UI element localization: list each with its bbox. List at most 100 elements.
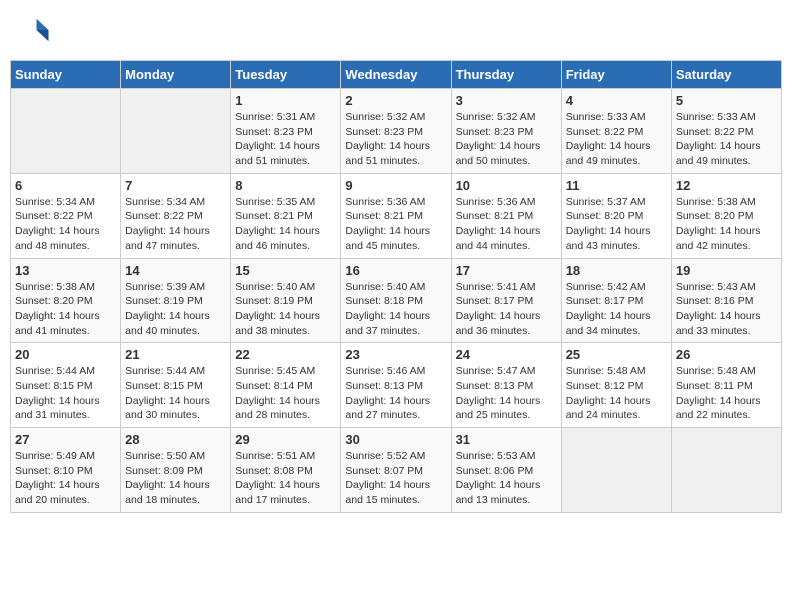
calendar-cell: 11Sunrise: 5:37 AMSunset: 8:20 PMDayligh…	[561, 173, 671, 258]
calendar-cell	[11, 89, 121, 174]
calendar-cell: 22 Sunrise: 5:45 AMSunset: 8:14 PMDayligh…	[231, 343, 341, 428]
day-number: 5	[676, 93, 777, 108]
day-number: 21	[125, 347, 226, 362]
day-info: Sunrise: 5:38 AMSunset: 8:20 PMDaylight:…	[676, 195, 777, 254]
calendar-cell: 23Sunrise: 5:46 AMSunset: 8:13 PMDayligh…	[341, 343, 451, 428]
day-of-week-header: Tuesday	[231, 61, 341, 89]
day-info: Sunrise: 5:48 AMSunset: 8:12 PMDaylight:…	[566, 364, 667, 423]
calendar-cell: 24 Sunrise: 5:47 AMSunset: 8:13 PMDayligh…	[451, 343, 561, 428]
calendar-cell: 20 Sunrise: 5:44 AMSunset: 8:15 PMDayligh…	[11, 343, 121, 428]
day-info: Sunrise: 5:33 AMSunset: 8:22 PMDaylight:…	[566, 110, 667, 169]
calendar-header-row: SundayMondayTuesdayWednesdayThursdayFrid…	[11, 61, 782, 89]
calendar-week-row: 13 Sunrise: 5:38 AMSunset: 8:20 PMDayligh…	[11, 258, 782, 343]
day-number: 22	[235, 347, 336, 362]
day-number: 29	[235, 432, 336, 447]
calendar-cell: 14 Sunrise: 5:39 AMSunset: 8:19 PMDayligh…	[121, 258, 231, 343]
calendar-cell: 7 Sunrise: 5:34 AMSunset: 8:22 PMDaylight…	[121, 173, 231, 258]
day-info: Sunrise: 5:43 AMSunset: 8:16 PMDaylight:…	[676, 280, 777, 339]
day-info: Sunrise: 5:49 AMSunset: 8:10 PMDaylight:…	[15, 449, 116, 508]
day-number: 12	[676, 178, 777, 193]
calendar-cell: 6 Sunrise: 5:34 AMSunset: 8:22 PMDaylight…	[11, 173, 121, 258]
calendar-cell: 28Sunrise: 5:50 AMSunset: 8:09 PMDayligh…	[121, 428, 231, 513]
calendar-cell: 25 Sunrise: 5:48 AMSunset: 8:12 PMDayligh…	[561, 343, 671, 428]
calendar-cell: 4 Sunrise: 5:33 AMSunset: 8:22 PMDaylight…	[561, 89, 671, 174]
day-number: 6	[15, 178, 116, 193]
day-info: Sunrise: 5:31 AMSunset: 8:23 PMDaylight:…	[235, 110, 336, 169]
day-number: 23	[345, 347, 446, 362]
calendar-cell: 9 Sunrise: 5:36 AMSunset: 8:21 PMDaylight…	[341, 173, 451, 258]
calendar-cell: 3 Sunrise: 5:32 AMSunset: 8:23 PMDaylight…	[451, 89, 561, 174]
day-info: Sunrise: 5:41 AMSunset: 8:17 PMDaylight:…	[456, 280, 557, 339]
day-info: Sunrise: 5:35 AMSunset: 8:21 PMDaylight:…	[235, 195, 336, 254]
calendar-cell: 21 Sunrise: 5:44 AMSunset: 8:15 PMDayligh…	[121, 343, 231, 428]
day-info: Sunrise: 5:40 AMSunset: 8:19 PMDaylight:…	[235, 280, 336, 339]
day-info: Sunrise: 5:32 AMSunset: 8:23 PMDaylight:…	[345, 110, 446, 169]
day-info: Sunrise: 5:38 AMSunset: 8:20 PMDaylight:…	[15, 280, 116, 339]
day-info: Sunrise: 5:34 AMSunset: 8:22 PMDaylight:…	[125, 195, 226, 254]
day-info: Sunrise: 5:33 AMSunset: 8:22 PMDaylight:…	[676, 110, 777, 169]
day-number: 15	[235, 263, 336, 278]
day-number: 8	[235, 178, 336, 193]
day-number: 31	[456, 432, 557, 447]
page-header	[10, 10, 782, 50]
day-info: Sunrise: 5:50 AMSunset: 8:09 PMDaylight:…	[125, 449, 226, 508]
day-number: 17	[456, 263, 557, 278]
calendar-cell: 27 Sunrise: 5:49 AMSunset: 8:10 PMDayligh…	[11, 428, 121, 513]
day-info: Sunrise: 5:34 AMSunset: 8:22 PMDaylight:…	[15, 195, 116, 254]
day-info: Sunrise: 5:51 AMSunset: 8:08 PMDaylight:…	[235, 449, 336, 508]
day-number: 1	[235, 93, 336, 108]
day-number: 11	[566, 178, 667, 193]
calendar-table: SundayMondayTuesdayWednesdayThursdayFrid…	[10, 60, 782, 513]
calendar-cell: 5 Sunrise: 5:33 AMSunset: 8:22 PMDaylight…	[671, 89, 781, 174]
day-info: Sunrise: 5:42 AMSunset: 8:17 PMDaylight:…	[566, 280, 667, 339]
day-number: 25	[566, 347, 667, 362]
day-info: Sunrise: 5:36 AMSunset: 8:21 PMDaylight:…	[456, 195, 557, 254]
day-info: Sunrise: 5:40 AMSunset: 8:18 PMDaylight:…	[345, 280, 446, 339]
calendar-cell: 30 Sunrise: 5:52 AMSunset: 8:07 PMDayligh…	[341, 428, 451, 513]
day-number: 27	[15, 432, 116, 447]
calendar-cell: 17 Sunrise: 5:41 AMSunset: 8:17 PMDayligh…	[451, 258, 561, 343]
day-info: Sunrise: 5:53 AMSunset: 8:06 PMDaylight:…	[456, 449, 557, 508]
day-number: 13	[15, 263, 116, 278]
calendar-cell: 19Sunrise: 5:43 AMSunset: 8:16 PMDayligh…	[671, 258, 781, 343]
day-number: 16	[345, 263, 446, 278]
day-info: Sunrise: 5:45 AMSunset: 8:14 PMDaylight:…	[235, 364, 336, 423]
calendar-cell	[671, 428, 781, 513]
day-info: Sunrise: 5:36 AMSunset: 8:21 PMDaylight:…	[345, 195, 446, 254]
day-info: Sunrise: 5:52 AMSunset: 8:07 PMDaylight:…	[345, 449, 446, 508]
calendar-cell	[121, 89, 231, 174]
day-number: 7	[125, 178, 226, 193]
calendar-cell	[561, 428, 671, 513]
day-number: 10	[456, 178, 557, 193]
day-info: Sunrise: 5:44 AMSunset: 8:15 PMDaylight:…	[125, 364, 226, 423]
calendar-cell: 29 Sunrise: 5:51 AMSunset: 8:08 PMDayligh…	[231, 428, 341, 513]
day-of-week-header: Thursday	[451, 61, 561, 89]
calendar-cell: 15 Sunrise: 5:40 AMSunset: 8:19 PMDayligh…	[231, 258, 341, 343]
day-info: Sunrise: 5:44 AMSunset: 8:15 PMDaylight:…	[15, 364, 116, 423]
day-number: 20	[15, 347, 116, 362]
day-info: Sunrise: 5:32 AMSunset: 8:23 PMDaylight:…	[456, 110, 557, 169]
day-number: 3	[456, 93, 557, 108]
calendar-cell: 16 Sunrise: 5:40 AMSunset: 8:18 PMDayligh…	[341, 258, 451, 343]
day-number: 14	[125, 263, 226, 278]
calendar-cell: 31 Sunrise: 5:53 AMSunset: 8:06 PMDayligh…	[451, 428, 561, 513]
calendar-week-row: 1 Sunrise: 5:31 AMSunset: 8:23 PMDaylight…	[11, 89, 782, 174]
day-info: Sunrise: 5:47 AMSunset: 8:13 PMDaylight:…	[456, 364, 557, 423]
calendar-cell: 8 Sunrise: 5:35 AMSunset: 8:21 PMDaylight…	[231, 173, 341, 258]
day-number: 18	[566, 263, 667, 278]
day-number: 4	[566, 93, 667, 108]
day-of-week-header: Friday	[561, 61, 671, 89]
logo	[20, 15, 54, 45]
calendar-week-row: 6 Sunrise: 5:34 AMSunset: 8:22 PMDaylight…	[11, 173, 782, 258]
calendar-week-row: 27 Sunrise: 5:49 AMSunset: 8:10 PMDayligh…	[11, 428, 782, 513]
day-info: Sunrise: 5:39 AMSunset: 8:19 PMDaylight:…	[125, 280, 226, 339]
day-number: 24	[456, 347, 557, 362]
calendar-cell: 18 Sunrise: 5:42 AMSunset: 8:17 PMDayligh…	[561, 258, 671, 343]
day-number: 9	[345, 178, 446, 193]
day-number: 30	[345, 432, 446, 447]
calendar-cell: 13 Sunrise: 5:38 AMSunset: 8:20 PMDayligh…	[11, 258, 121, 343]
calendar-cell: 1 Sunrise: 5:31 AMSunset: 8:23 PMDaylight…	[231, 89, 341, 174]
day-of-week-header: Wednesday	[341, 61, 451, 89]
calendar-cell: 12 Sunrise: 5:38 AMSunset: 8:20 PMDayligh…	[671, 173, 781, 258]
calendar-week-row: 20 Sunrise: 5:44 AMSunset: 8:15 PMDayligh…	[11, 343, 782, 428]
